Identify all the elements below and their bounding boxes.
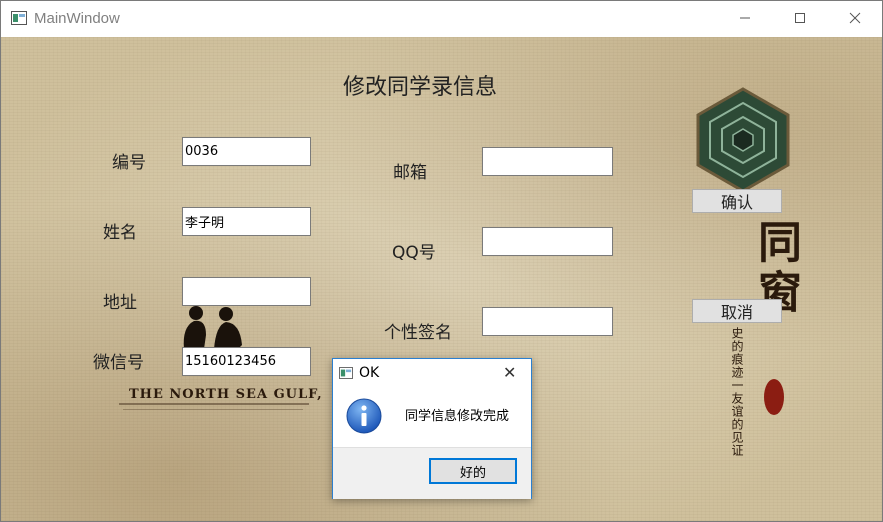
address-label: 地址 xyxy=(103,293,137,313)
hexagon-emblem-icon xyxy=(696,87,790,193)
qq-label: QQ号 xyxy=(392,243,436,263)
info-icon xyxy=(346,398,382,434)
message-dialog: OK ✕ 同学信息修改完成 好的 xyxy=(332,358,532,499)
id-label: 编号 xyxy=(112,153,146,173)
banner-rule-2 xyxy=(123,409,303,410)
dialog-title: OK xyxy=(359,365,380,381)
close-button[interactable] xyxy=(832,1,878,35)
minimize-icon xyxy=(740,17,750,19)
close-icon xyxy=(849,12,861,24)
name-field[interactable] xyxy=(182,207,311,236)
maximize-icon xyxy=(795,13,805,23)
address-field[interactable] xyxy=(182,277,311,306)
title-bar[interactable]: MainWindow xyxy=(1,1,882,37)
confirm-button[interactable]: 确认 xyxy=(692,189,782,213)
name-label: 姓名 xyxy=(103,223,137,243)
wechat-field[interactable] xyxy=(182,347,311,376)
dialog-message: 同学信息修改完成 xyxy=(405,409,510,424)
dialog-close-icon[interactable]: ✕ xyxy=(503,363,516,382)
page-title: 修改同学录信息 xyxy=(343,75,498,100)
dialog-app-icon xyxy=(339,367,353,379)
main-window: MainWindow 同窗 史的痕迹一友谊的见证 THE NORTH SEA G… xyxy=(0,0,883,522)
dialog-footer: 好的 xyxy=(333,447,531,499)
signature-field[interactable] xyxy=(482,307,613,336)
signature-label: 个性签名 xyxy=(384,323,452,343)
cancel-button[interactable]: 取消 xyxy=(692,299,782,323)
banner-rule xyxy=(119,403,309,405)
email-field[interactable] xyxy=(482,147,613,176)
window-title: MainWindow xyxy=(34,10,120,27)
ok-button[interactable]: 好的 xyxy=(429,458,517,484)
maximize-button[interactable] xyxy=(777,1,823,35)
vertical-decor-text: 史的痕迹一友谊的见证 xyxy=(730,327,744,457)
app-icon xyxy=(11,11,27,25)
children-silhouette-icon xyxy=(183,306,242,349)
email-label: 邮箱 xyxy=(393,163,427,183)
minimize-button[interactable] xyxy=(722,1,768,35)
wechat-label: 微信号 xyxy=(93,353,144,373)
id-field[interactable] xyxy=(182,137,311,166)
qq-field[interactable] xyxy=(482,227,613,256)
red-seal-icon xyxy=(764,379,784,415)
banner-title: THE NORTH SEA GULF, xyxy=(129,387,323,402)
